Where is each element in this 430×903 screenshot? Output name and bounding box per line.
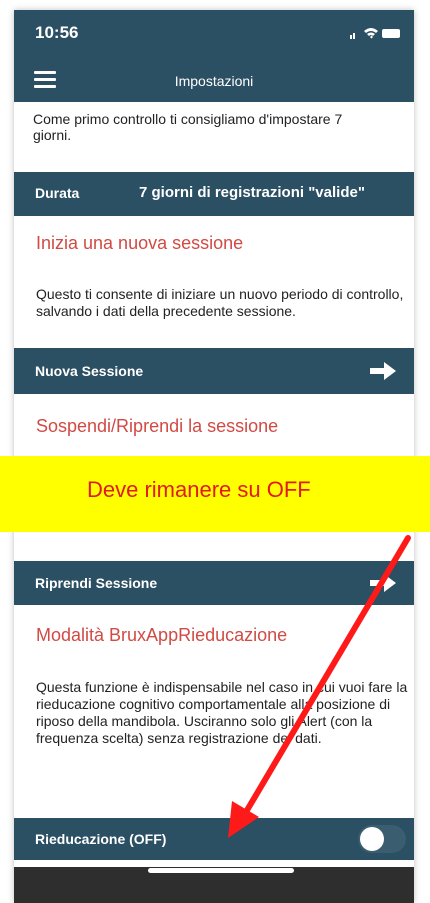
resume-session-label: Riprendi Sessione <box>35 575 158 591</box>
home-indicator <box>148 868 294 873</box>
new-session-label: Nuova Sessione <box>35 363 144 379</box>
reeducation-row: Rieducazione (OFF) <box>14 818 414 860</box>
intro-text: Come primo controllo ti consigliamo d'im… <box>33 111 343 143</box>
new-session-title: Inizia una nuova sessione <box>36 233 244 253</box>
arrow-right-icon <box>370 574 396 592</box>
status-time: 10:56 <box>35 23 79 42</box>
reeducation-description: Questa funzione è indispensabile nel cas… <box>36 679 408 746</box>
status-icons <box>350 28 400 39</box>
top-navigation-bar: 10:56 Impostazioni <box>14 10 414 102</box>
arrow-right-icon <box>370 362 396 380</box>
annotation-highlight: Deve rimanere su OFF <box>0 456 430 532</box>
new-session-button[interactable]: Nuova Sessione <box>14 348 414 394</box>
page-title: Impostazioni <box>174 73 254 89</box>
resume-session-button[interactable]: Riprendi Sessione <box>14 561 414 605</box>
annotation-text: Deve rimanere su OFF <box>87 477 311 502</box>
new-session-description: Questo ti consente di iniziare un nuovo … <box>36 286 404 319</box>
suspend-section-title: Sospendi/Riprendi la sessione <box>36 416 279 436</box>
duration-value: 7 giorni di registrazioni "valide" <box>139 184 365 201</box>
duration-row[interactable]: Durata 7 giorni di registrazioni "valide… <box>14 172 414 216</box>
reeducation-title: Modalità BruxAppRieducazione <box>36 625 288 645</box>
toggle-knob <box>360 827 384 851</box>
reeducation-label: Rieducazione (OFF) <box>35 831 167 847</box>
reeducation-toggle[interactable] <box>358 825 406 853</box>
duration-label: Durata <box>35 185 80 201</box>
